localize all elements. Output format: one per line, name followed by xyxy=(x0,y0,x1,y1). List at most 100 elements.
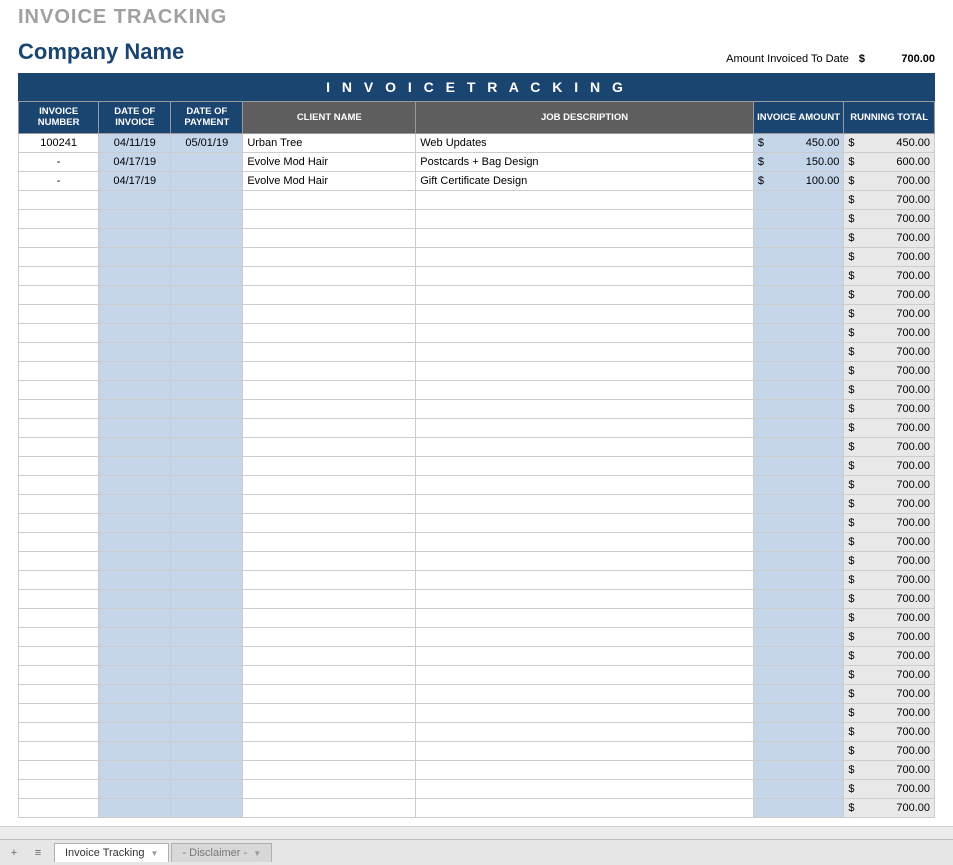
table-row[interactable]: 10024104/11/1905/01/19Urban TreeWeb Upda… xyxy=(19,133,935,152)
table-cell[interactable]: $700.00 xyxy=(844,494,935,513)
table-cell[interactable]: $700.00 xyxy=(844,608,935,627)
table-row[interactable]: $700.00 xyxy=(19,342,935,361)
table-row[interactable]: $700.00 xyxy=(19,323,935,342)
table-cell[interactable]: 05/01/19 xyxy=(171,133,243,152)
table-cell[interactable]: $700.00 xyxy=(844,627,935,646)
table-cell[interactable] xyxy=(243,323,416,342)
table-cell[interactable]: $700.00 xyxy=(844,760,935,779)
table-cell[interactable] xyxy=(243,551,416,570)
table-cell[interactable] xyxy=(99,570,171,589)
table-cell[interactable] xyxy=(19,551,99,570)
table-cell[interactable] xyxy=(171,627,243,646)
table-cell[interactable] xyxy=(171,323,243,342)
table-row[interactable]: $700.00 xyxy=(19,437,935,456)
table-cell[interactable] xyxy=(99,323,171,342)
table-cell[interactable] xyxy=(19,741,99,760)
table-cell[interactable] xyxy=(416,494,754,513)
table-cell[interactable] xyxy=(99,665,171,684)
table-cell[interactable]: $700.00 xyxy=(844,209,935,228)
table-cell[interactable] xyxy=(171,399,243,418)
table-cell[interactable]: 04/11/19 xyxy=(99,133,171,152)
table-row[interactable]: $700.00 xyxy=(19,646,935,665)
table-cell[interactable]: 100241 xyxy=(19,133,99,152)
table-cell[interactable] xyxy=(171,475,243,494)
table-cell[interactable]: $700.00 xyxy=(844,779,935,798)
table-cell[interactable]: Evolve Mod Hair xyxy=(243,152,416,171)
table-cell[interactable] xyxy=(753,665,844,684)
table-cell[interactable] xyxy=(243,779,416,798)
table-cell[interactable] xyxy=(19,532,99,551)
table-cell[interactable]: $700.00 xyxy=(844,323,935,342)
table-cell[interactable] xyxy=(753,323,844,342)
table-cell[interactable]: $700.00 xyxy=(844,741,935,760)
table-cell[interactable] xyxy=(171,418,243,437)
col-header-invoice-number[interactable]: INVOICE NUMBER xyxy=(19,102,99,134)
table-cell[interactable] xyxy=(243,494,416,513)
table-cell[interactable] xyxy=(171,228,243,247)
table-cell[interactable]: $700.00 xyxy=(844,361,935,380)
table-row[interactable]: $700.00 xyxy=(19,589,935,608)
table-cell[interactable] xyxy=(99,494,171,513)
table-row[interactable]: $700.00 xyxy=(19,608,935,627)
col-header-client-name[interactable]: CLIENT NAME xyxy=(243,102,416,134)
table-cell[interactable] xyxy=(416,665,754,684)
table-cell[interactable] xyxy=(99,247,171,266)
table-cell[interactable] xyxy=(416,209,754,228)
table-cell[interactable] xyxy=(19,627,99,646)
table-row[interactable]: -04/17/19Evolve Mod HairGift Certificate… xyxy=(19,171,935,190)
table-cell[interactable] xyxy=(416,228,754,247)
table-cell[interactable] xyxy=(753,741,844,760)
table-cell[interactable] xyxy=(99,798,171,817)
table-row[interactable]: $700.00 xyxy=(19,494,935,513)
table-cell[interactable]: $700.00 xyxy=(844,532,935,551)
table-cell[interactable] xyxy=(243,627,416,646)
table-cell[interactable]: $700.00 xyxy=(844,399,935,418)
add-sheet-button[interactable]: + xyxy=(6,845,22,861)
table-cell[interactable] xyxy=(243,665,416,684)
table-row[interactable]: $700.00 xyxy=(19,665,935,684)
table-cell[interactable] xyxy=(416,722,754,741)
table-cell[interactable] xyxy=(99,532,171,551)
table-cell[interactable] xyxy=(19,456,99,475)
table-cell[interactable] xyxy=(753,494,844,513)
table-cell[interactable] xyxy=(243,722,416,741)
table-row[interactable]: $700.00 xyxy=(19,285,935,304)
table-cell[interactable] xyxy=(243,741,416,760)
table-cell[interactable] xyxy=(171,437,243,456)
table-cell[interactable] xyxy=(243,589,416,608)
table-cell[interactable] xyxy=(99,437,171,456)
table-cell[interactable] xyxy=(19,494,99,513)
table-cell[interactable] xyxy=(171,760,243,779)
table-cell[interactable] xyxy=(99,190,171,209)
table-cell[interactable] xyxy=(753,551,844,570)
table-cell[interactable]: Evolve Mod Hair xyxy=(243,171,416,190)
table-cell[interactable] xyxy=(19,266,99,285)
table-cell[interactable] xyxy=(19,589,99,608)
table-cell[interactable] xyxy=(753,646,844,665)
table-cell[interactable]: Web Updates xyxy=(416,133,754,152)
table-cell[interactable] xyxy=(171,665,243,684)
table-cell[interactable] xyxy=(19,190,99,209)
table-cell[interactable]: - xyxy=(19,152,99,171)
table-row[interactable]: $700.00 xyxy=(19,361,935,380)
table-cell[interactable] xyxy=(243,209,416,228)
table-cell[interactable] xyxy=(753,798,844,817)
table-cell[interactable]: $700.00 xyxy=(844,475,935,494)
table-cell[interactable] xyxy=(416,475,754,494)
table-cell[interactable] xyxy=(243,418,416,437)
table-cell[interactable] xyxy=(19,760,99,779)
table-cell[interactable] xyxy=(19,475,99,494)
table-cell[interactable] xyxy=(416,627,754,646)
table-cell[interactable]: $700.00 xyxy=(844,380,935,399)
table-cell[interactable]: $100.00 xyxy=(753,171,844,190)
table-cell[interactable] xyxy=(171,532,243,551)
table-cell[interactable]: $150.00 xyxy=(753,152,844,171)
table-cell[interactable]: Postcards + Bag Design xyxy=(416,152,754,171)
table-cell[interactable] xyxy=(99,589,171,608)
table-cell[interactable] xyxy=(243,247,416,266)
table-cell[interactable] xyxy=(243,532,416,551)
table-cell[interactable]: 04/17/19 xyxy=(99,171,171,190)
table-cell[interactable]: $700.00 xyxy=(844,247,935,266)
table-cell[interactable] xyxy=(243,646,416,665)
table-cell[interactable] xyxy=(99,722,171,741)
